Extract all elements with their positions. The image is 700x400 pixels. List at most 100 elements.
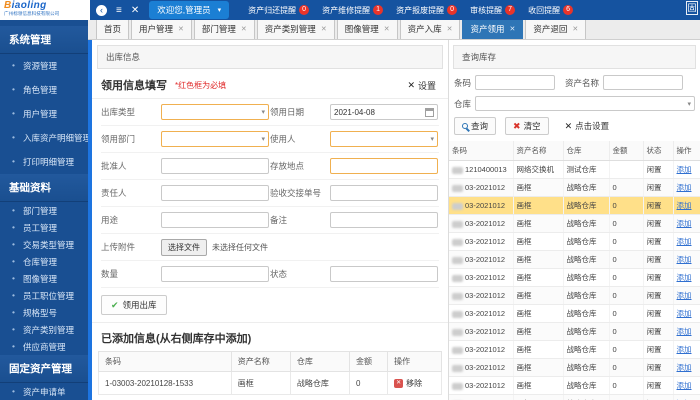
clear-button[interactable]: ✖ 清空 bbox=[505, 117, 549, 135]
inv-barcode: 03-2021012 bbox=[449, 376, 514, 395]
sidebar-item-供应商管理[interactable]: 供应商管理 bbox=[0, 338, 88, 355]
reminder-label: 资产报废提醒 bbox=[396, 5, 445, 15]
tab-close-icon[interactable]: ✕ bbox=[241, 25, 247, 33]
add-button[interactable]: 添加 bbox=[677, 201, 692, 210]
tab-资产退回[interactable]: 资产退回 ✕ bbox=[525, 19, 587, 39]
sidebar-item-员工职位管理[interactable]: 员工职位管理 bbox=[0, 287, 88, 304]
form-row: 上传附件 选择文件 未选择任何文件 bbox=[101, 234, 439, 261]
sidebar-item-交易类型管理[interactable]: 交易类型管理 bbox=[0, 236, 88, 253]
add-button[interactable]: 添加 bbox=[677, 381, 692, 390]
acceptance-no-input[interactable] bbox=[330, 185, 438, 201]
tab-label: 资产类别管理 bbox=[264, 24, 316, 34]
inv-col-状态: 状态 bbox=[643, 141, 674, 161]
add-button[interactable]: 添加 bbox=[677, 273, 692, 282]
sidebar-item-员工管理[interactable]: 员工管理 bbox=[0, 219, 88, 236]
outbound-type-select[interactable]: ▾ bbox=[161, 104, 269, 120]
sidebar-item-部门管理[interactable]: 部门管理 bbox=[0, 202, 88, 219]
add-button[interactable]: 添加 bbox=[677, 165, 692, 174]
requisition-dept-select[interactable]: ▾ bbox=[161, 131, 269, 147]
tab-close-icon[interactable]: ✕ bbox=[178, 25, 184, 33]
sidebar-item-资源管理[interactable]: 资源管理 bbox=[0, 54, 88, 78]
obscured-prefix bbox=[452, 184, 463, 192]
add-button[interactable]: 添加 bbox=[677, 291, 692, 300]
reminder-link[interactable]: 收回提醒 6 bbox=[528, 5, 574, 16]
tab-图像管理[interactable]: 图像管理 ✕ bbox=[336, 19, 398, 39]
barcode-text: 03-2021012 bbox=[465, 363, 506, 372]
reminder-link[interactable]: 资产报废提醒 0 bbox=[396, 5, 458, 16]
tab-资产类别管理[interactable]: 资产类别管理 ✕ bbox=[256, 19, 335, 39]
quantity-input[interactable] bbox=[161, 266, 269, 282]
sidebar-item-资产申请单[interactable]: 资产申请单 bbox=[0, 383, 88, 400]
purpose-input[interactable] bbox=[161, 212, 269, 228]
barcode-filter-input[interactable] bbox=[475, 75, 556, 90]
sidebar-item-打印明细管理[interactable]: 打印明细管理 bbox=[0, 150, 88, 174]
tab-close-icon[interactable]: ✕ bbox=[572, 25, 578, 33]
form-row: 责任人 验收交接单号 bbox=[101, 180, 439, 207]
inv-name: 画框 bbox=[513, 178, 564, 197]
inv-amount bbox=[609, 160, 644, 179]
requisition-date-date-input[interactable]: 2021-04-08 bbox=[330, 104, 438, 120]
tab-部门管理[interactable]: 部门管理 ✕ bbox=[193, 19, 255, 39]
choose-file-button[interactable]: 选择文件 bbox=[161, 238, 207, 256]
reminder-link[interactable]: 资产归还提醒 0 bbox=[248, 5, 310, 16]
inv-barcode: 1210400013 bbox=[449, 160, 514, 179]
tab-close-icon[interactable]: ✕ bbox=[509, 25, 515, 33]
tab-用户管理[interactable]: 用户管理 ✕ bbox=[131, 19, 192, 39]
tab-首页[interactable]: 首页 bbox=[96, 19, 130, 39]
tab-close-icon[interactable]: ✕ bbox=[384, 25, 390, 33]
search-button[interactable]: 查询 bbox=[454, 117, 497, 135]
form-settings-button[interactable]: ✕ 设置 bbox=[407, 79, 439, 92]
sidebar-item-资产类别管理[interactable]: 资产类别管理 bbox=[0, 321, 88, 338]
outbound-info-header: 出库信息 bbox=[97, 45, 443, 69]
add-button[interactable]: 添加 bbox=[677, 183, 692, 192]
tab-close-icon[interactable]: ✕ bbox=[321, 25, 327, 33]
reminder-link[interactable]: 资产维修提醒 1 bbox=[322, 5, 384, 16]
inv-amount: 0 bbox=[609, 394, 644, 400]
sidebar-item-入库资产明细管理[interactable]: 入库资产明细管理 bbox=[0, 126, 88, 150]
warehouse-filter-select[interactable]: ▾ bbox=[475, 96, 695, 111]
user-select[interactable]: ▾ bbox=[330, 131, 438, 147]
remove-button[interactable]: ✕ 移除 bbox=[394, 378, 422, 389]
sidebar-section-title[interactable]: 基础资料 bbox=[0, 174, 88, 202]
inv-barcode: 03-2021012 bbox=[449, 268, 514, 287]
column-settings-button[interactable]: ✕ 点击设置 bbox=[558, 118, 617, 134]
add-button[interactable]: 添加 bbox=[677, 309, 692, 318]
inventory-header: 查询库存 bbox=[453, 45, 696, 69]
user-menu[interactable]: 欢迎您,管理员 ▾ bbox=[149, 1, 230, 19]
add-button[interactable]: 添加 bbox=[677, 327, 692, 336]
add-button[interactable]: 添加 bbox=[677, 363, 692, 372]
welcome-label: 欢迎您,管理员 bbox=[157, 5, 211, 15]
asset-name-filter-input[interactable] bbox=[603, 75, 684, 90]
form-title: 领用信息填写 bbox=[101, 80, 167, 92]
sidebar-item-规格型号[interactable]: 规格型号 bbox=[0, 304, 88, 321]
status-input[interactable] bbox=[330, 266, 438, 282]
collapse-sidebar-button[interactable]: ‹ bbox=[96, 4, 107, 16]
responsible-input[interactable] bbox=[161, 185, 269, 201]
tab-close-icon[interactable]: ✕ bbox=[447, 25, 453, 33]
reminder-link[interactable]: 审核提醒 7 bbox=[470, 5, 516, 16]
remark-input[interactable] bbox=[330, 212, 438, 228]
tab-资产入库[interactable]: 资产入库 ✕ bbox=[399, 19, 461, 39]
add-button[interactable]: 添加 bbox=[677, 255, 692, 264]
sidebar-item-角色管理[interactable]: 角色管理 bbox=[0, 78, 88, 102]
sidebar-item-仓库管理[interactable]: 仓库管理 bbox=[0, 253, 88, 270]
requisition-outbound-button[interactable]: ✔ 领用出库 bbox=[101, 295, 167, 315]
sidebar-item-图像管理[interactable]: 图像管理 bbox=[0, 270, 88, 287]
close-all-icon[interactable]: ✕ bbox=[131, 5, 139, 16]
form-cell: 验收交接单号 bbox=[270, 180, 439, 206]
tab-资产领用[interactable]: 资产领用 ✕ bbox=[462, 19, 524, 39]
sidebar-section-title[interactable]: 固定资产管理 bbox=[0, 355, 88, 383]
inv-barcode: 03-2021012 bbox=[449, 394, 514, 400]
sidebar-item-用户管理[interactable]: 用户管理 bbox=[0, 102, 88, 126]
sidebar-section-title[interactable]: 系统管理 bbox=[0, 26, 88, 54]
add-button[interactable]: 添加 bbox=[677, 237, 692, 246]
inv-barcode: 03-2021012 bbox=[449, 304, 514, 323]
company-name: 广州标领信息科技有限公司 bbox=[4, 11, 60, 17]
approver-input[interactable] bbox=[161, 158, 269, 174]
add-button[interactable]: 添加 bbox=[677, 345, 692, 354]
barcode-text: 03-2021012 bbox=[465, 237, 506, 246]
add-button[interactable]: 添加 bbox=[677, 219, 692, 228]
menu-icon[interactable]: ≡ bbox=[116, 5, 122, 16]
storage-location-input[interactable] bbox=[330, 158, 438, 174]
obscured-prefix bbox=[452, 166, 463, 174]
